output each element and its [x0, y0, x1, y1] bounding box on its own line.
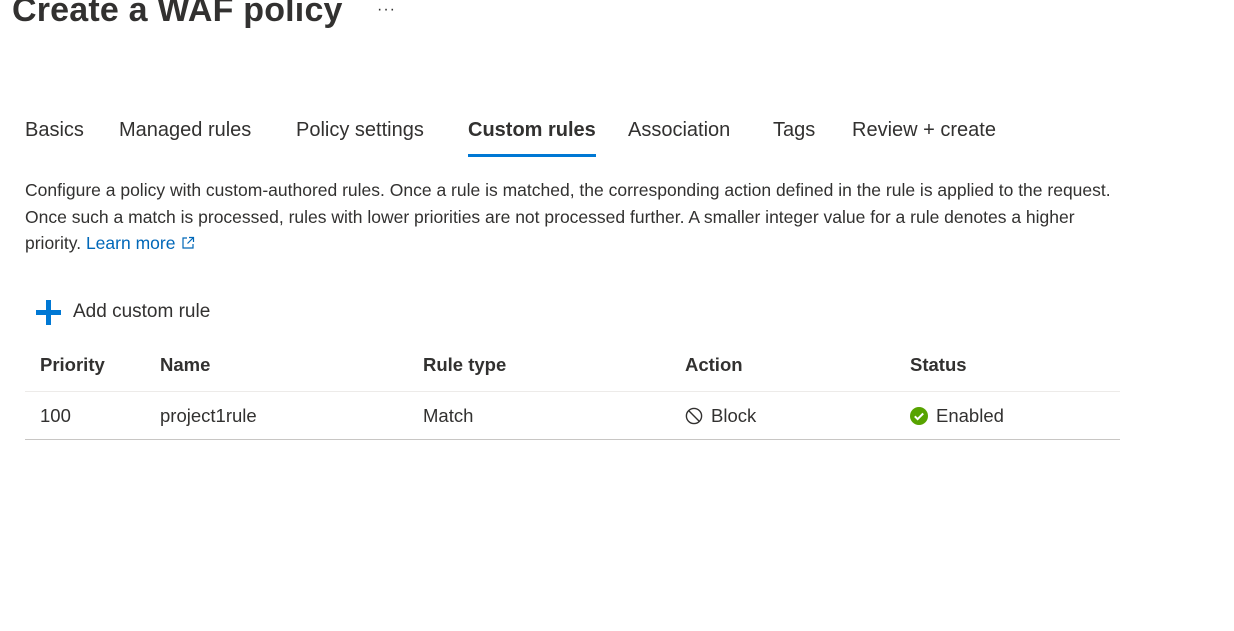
action-label: Block: [711, 405, 757, 426]
tab-managed-rules[interactable]: Managed rules: [119, 119, 251, 142]
tab-association[interactable]: Association: [628, 119, 730, 142]
learn-more-label: Learn more: [85, 233, 176, 253]
page-title: Create a WAF policy: [12, 0, 343, 29]
plus-icon: [36, 300, 61, 325]
tab-basics[interactable]: Basics: [25, 119, 84, 142]
tab-tags[interactable]: Tags: [773, 119, 815, 142]
column-header-action[interactable]: Action: [685, 354, 743, 376]
more-options-button[interactable]: ···: [377, 1, 396, 19]
column-header-status[interactable]: Status: [910, 354, 967, 376]
cell-action: Block: [685, 405, 756, 427]
description: Configure a policy with custom-authored …: [25, 177, 1125, 257]
cell-name[interactable]: project1rule: [160, 405, 257, 427]
custom-rules-table: Priority Name Rule type Action Status 10…: [25, 340, 1120, 440]
table-header: Priority Name Rule type Action Status: [25, 340, 1120, 392]
status-label: Enabled: [936, 405, 1004, 426]
cell-status: Enabled: [910, 405, 1004, 427]
learn-more-link[interactable]: Learn more: [86, 233, 196, 253]
cell-priority: 100: [40, 405, 71, 426]
column-header-name[interactable]: Name: [160, 354, 210, 376]
tab-custom-rules[interactable]: Custom rules: [468, 119, 596, 157]
column-header-rule-type[interactable]: Rule type: [423, 354, 506, 376]
tab-review-create[interactable]: Review + create: [852, 119, 996, 142]
add-custom-rule-label: Add custom rule: [73, 301, 211, 322]
block-icon: [685, 407, 703, 425]
cell-rule-type: Match: [423, 405, 474, 426]
table-row[interactable]: 100 project1rule Match Block Enabled: [25, 392, 1120, 440]
check-circle-icon: [910, 407, 928, 425]
column-header-priority[interactable]: Priority: [40, 354, 105, 376]
tab-policy-settings[interactable]: Policy settings: [296, 119, 424, 142]
external-link-icon: [182, 236, 195, 249]
